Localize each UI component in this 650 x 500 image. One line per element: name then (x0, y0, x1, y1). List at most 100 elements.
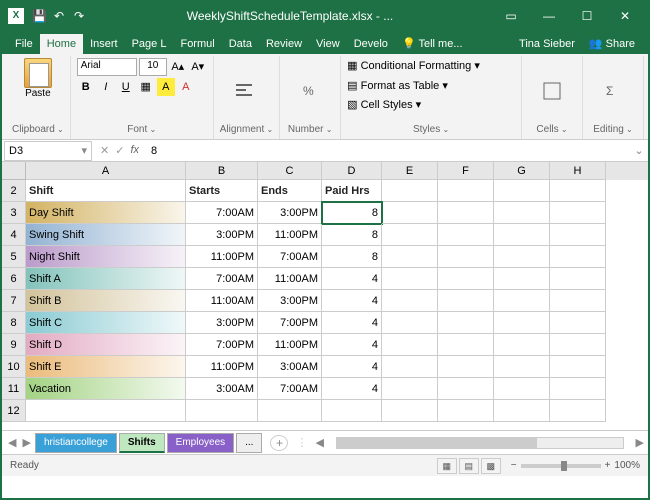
cell[interactable] (550, 290, 606, 312)
conditional-formatting-button[interactable]: ▦ Conditional Formatting ▾ (347, 58, 515, 76)
row-header[interactable]: 5 (2, 246, 26, 268)
tab-review[interactable]: Review (259, 34, 309, 54)
cell-shift[interactable]: Vacation (26, 378, 186, 400)
cell[interactable] (438, 400, 494, 422)
tab-formulas[interactable]: Formul (173, 34, 221, 54)
formula-enter-icon[interactable]: ✓ (115, 144, 124, 157)
header-paidhrs[interactable]: Paid Hrs (322, 180, 382, 202)
cell[interactable] (438, 334, 494, 356)
paste-button[interactable]: Paste (12, 58, 64, 99)
cell-ends[interactable]: 3:00AM (258, 356, 322, 378)
cell[interactable] (382, 400, 438, 422)
formula-cancel-icon[interactable]: ✕ (100, 144, 109, 157)
cell[interactable] (550, 378, 606, 400)
tab-page-layout[interactable]: Page L (125, 34, 174, 54)
cell[interactable] (438, 180, 494, 202)
cell-shift[interactable]: Night Shift (26, 246, 186, 268)
cell-paidhrs[interactable]: 4 (322, 334, 382, 356)
formula-expand-icon[interactable]: ⌄ (630, 144, 648, 157)
cell-starts[interactable]: 7:00AM (186, 202, 258, 224)
cell[interactable] (382, 246, 438, 268)
ribbon-options-icon[interactable]: ▭ (494, 9, 528, 23)
cell[interactable] (550, 180, 606, 202)
cell[interactable] (382, 290, 438, 312)
row-header[interactable]: 2 (2, 180, 26, 202)
cell-shift[interactable]: Shift B (26, 290, 186, 312)
cell[interactable] (382, 312, 438, 334)
format-as-table-button[interactable]: ▤ Format as Table ▾ (347, 78, 515, 96)
tab-data[interactable]: Data (222, 34, 259, 54)
cell-starts[interactable]: 3:00PM (186, 312, 258, 334)
zoom-slider[interactable] (521, 464, 601, 468)
cell[interactable] (258, 400, 322, 422)
cell-shift[interactable]: Shift E (26, 356, 186, 378)
cell-ends[interactable]: 3:00PM (258, 290, 322, 312)
cell-ends[interactable]: 11:00PM (258, 224, 322, 246)
cell[interactable] (494, 202, 550, 224)
formula-bar[interactable]: 8 (145, 145, 630, 157)
cell[interactable] (382, 334, 438, 356)
cell[interactable] (438, 378, 494, 400)
tab-home[interactable]: Home (40, 34, 83, 54)
row-header[interactable]: 11 (2, 378, 26, 400)
sheet-tab[interactable]: hristiancollege (35, 433, 117, 453)
share-button[interactable]: Share (582, 33, 642, 54)
row-header[interactable]: 10 (2, 356, 26, 378)
cell-shift[interactable]: Swing Shift (26, 224, 186, 246)
cell-shift[interactable]: Shift C (26, 312, 186, 334)
tell-me[interactable]: Tell me... (395, 33, 470, 54)
view-normal-icon[interactable]: ▦ (437, 458, 457, 474)
italic-button[interactable]: I (97, 78, 115, 96)
cell[interactable] (438, 312, 494, 334)
borders-button[interactable]: ▦ (137, 78, 155, 96)
increase-font-icon[interactable]: A▴ (169, 58, 187, 76)
sheet-nav-next-icon[interactable]: ▶ (20, 436, 32, 449)
scroll-right-icon[interactable]: ▶ (636, 436, 644, 449)
fill-color-button[interactable]: A (157, 78, 175, 96)
cell-ends[interactable]: 7:00AM (258, 246, 322, 268)
row-header[interactable]: 12 (2, 400, 26, 422)
scroll-left-icon[interactable]: ◀ (315, 436, 323, 449)
font-size-select[interactable]: 10 (139, 58, 167, 76)
cell[interactable] (494, 312, 550, 334)
column-header[interactable]: B (186, 162, 258, 180)
column-header[interactable]: H (550, 162, 606, 180)
cell[interactable] (494, 378, 550, 400)
sheet-tab-active[interactable]: Shifts (119, 433, 165, 453)
zoom-in-button[interactable]: + (605, 460, 611, 471)
cell-starts[interactable]: 11:00PM (186, 246, 258, 268)
cell[interactable] (494, 334, 550, 356)
underline-button[interactable]: U (117, 78, 135, 96)
cell[interactable] (438, 268, 494, 290)
sheet-tab[interactable]: Employees (167, 433, 234, 453)
column-header[interactable]: E (382, 162, 438, 180)
tab-view[interactable]: View (309, 34, 347, 54)
decrease-font-icon[interactable]: A▾ (189, 58, 207, 76)
cell[interactable] (26, 400, 186, 422)
alignment-icon[interactable] (234, 81, 254, 101)
cell-paidhrs[interactable]: 4 (322, 312, 382, 334)
qat-redo-icon[interactable]: ↷ (72, 9, 86, 23)
column-header[interactable]: D (322, 162, 382, 180)
cell-starts[interactable]: 3:00PM (186, 224, 258, 246)
row-header[interactable]: 6 (2, 268, 26, 290)
cell[interactable] (438, 290, 494, 312)
cell-ends[interactable]: 11:00AM (258, 268, 322, 290)
horizontal-scrollbar[interactable] (336, 437, 624, 449)
cell-shift[interactable]: Shift A (26, 268, 186, 290)
cell-paidhrs[interactable]: 4 (322, 356, 382, 378)
cell-shift[interactable]: Shift D (26, 334, 186, 356)
qat-undo-icon[interactable]: ↶ (52, 9, 66, 23)
header-starts[interactable]: Starts (186, 180, 258, 202)
cell-paidhrs[interactable]: 8 (322, 202, 382, 224)
cell[interactable] (322, 400, 382, 422)
cell[interactable] (382, 180, 438, 202)
cell[interactable] (382, 268, 438, 290)
cell-starts[interactable]: 3:00AM (186, 378, 258, 400)
cell-starts[interactable]: 11:00AM (186, 290, 258, 312)
editing-icon[interactable]: Σ (603, 81, 623, 101)
column-header[interactable]: A (26, 162, 186, 180)
column-header[interactable]: F (438, 162, 494, 180)
cell[interactable] (438, 202, 494, 224)
tab-file[interactable]: File (8, 34, 40, 54)
